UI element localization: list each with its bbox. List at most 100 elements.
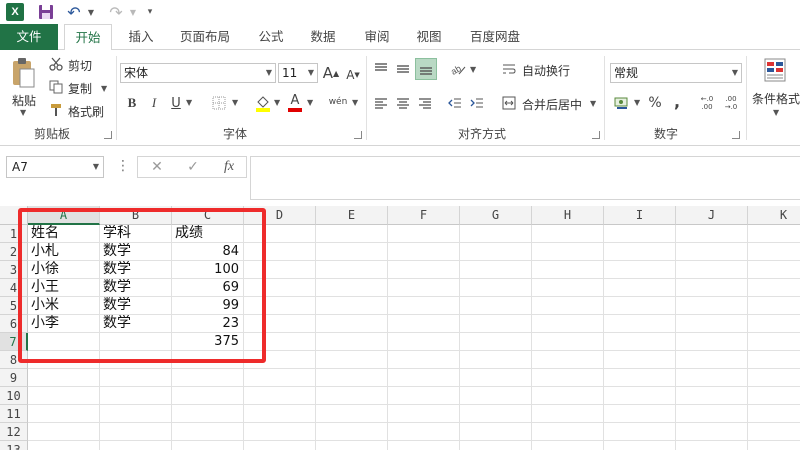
tab-view[interactable]: 视图: [406, 24, 452, 50]
column-header-g[interactable]: G: [460, 206, 532, 225]
row-header-9[interactable]: 9: [0, 369, 28, 387]
row-header-2[interactable]: 2: [0, 243, 28, 261]
cell-b9[interactable]: [100, 369, 172, 387]
cell-j12[interactable]: [676, 423, 748, 441]
format-painter-button[interactable]: 格式刷: [68, 103, 104, 120]
tab-review[interactable]: 审阅: [354, 24, 400, 50]
column-header-i[interactable]: I: [604, 206, 676, 225]
column-header-k[interactable]: K: [748, 206, 800, 225]
cell-b1[interactable]: 学科: [100, 225, 172, 243]
copy-button[interactable]: 复制: [68, 80, 92, 97]
cell-f13[interactable]: [388, 441, 460, 450]
cell-b4[interactable]: 数学: [100, 279, 172, 297]
cut-button[interactable]: 剪切: [68, 57, 92, 74]
cell-b8[interactable]: [100, 351, 172, 369]
cell-a1[interactable]: 姓名: [28, 225, 100, 243]
cell-b12[interactable]: [100, 423, 172, 441]
cell-a3[interactable]: 小徐: [28, 261, 100, 279]
cell-g8[interactable]: [460, 351, 532, 369]
row-header-10[interactable]: 10: [0, 387, 28, 405]
column-header-e[interactable]: E: [316, 206, 388, 225]
cell-k10[interactable]: [748, 387, 800, 405]
cell-g7[interactable]: [460, 333, 532, 351]
row-header-13[interactable]: 13: [0, 441, 28, 450]
cell-j2[interactable]: [676, 243, 748, 261]
cell-e1[interactable]: [316, 225, 388, 243]
cell-i3[interactable]: [604, 261, 676, 279]
cell-i12[interactable]: [604, 423, 676, 441]
cancel-entry-button[interactable]: ✕: [142, 157, 172, 177]
cell-i9[interactable]: [604, 369, 676, 387]
cell-c8[interactable]: [172, 351, 244, 369]
cell-i5[interactable]: [604, 297, 676, 315]
accounting-format-icon[interactable]: [612, 94, 632, 112]
cell-i4[interactable]: [604, 279, 676, 297]
cell-a12[interactable]: [28, 423, 100, 441]
cell-g5[interactable]: [460, 297, 532, 315]
cell-f2[interactable]: [388, 243, 460, 261]
font-launcher-icon[interactable]: [354, 131, 362, 139]
cell-f8[interactable]: [388, 351, 460, 369]
cell-i8[interactable]: [604, 351, 676, 369]
cell-k3[interactable]: [748, 261, 800, 279]
insert-function-button[interactable]: fx: [214, 157, 244, 177]
cell-d3[interactable]: [244, 261, 316, 279]
cell-c12[interactable]: [172, 423, 244, 441]
orientation-icon[interactable]: ab: [448, 60, 468, 78]
cell-h6[interactable]: [532, 315, 604, 333]
conditional-format-button[interactable]: 条件格式: [752, 90, 800, 107]
conditional-format-dropdown-icon[interactable]: ▼: [773, 108, 779, 117]
cell-d13[interactable]: [244, 441, 316, 450]
cell-g4[interactable]: [460, 279, 532, 297]
accounting-format-dropdown-icon[interactable]: ▼: [634, 98, 640, 107]
wrap-text-icon[interactable]: [500, 60, 518, 78]
borders-dropdown-icon[interactable]: ▼: [232, 98, 238, 107]
cell-e11[interactable]: [316, 405, 388, 423]
cell-e8[interactable]: [316, 351, 388, 369]
cell-e12[interactable]: [316, 423, 388, 441]
cell-e13[interactable]: [316, 441, 388, 450]
cell-k7[interactable]: [748, 333, 800, 351]
cell-d6[interactable]: [244, 315, 316, 333]
column-header-b[interactable]: B: [100, 206, 172, 225]
align-center-icon[interactable]: [394, 94, 412, 112]
cell-c3[interactable]: 100: [172, 261, 244, 279]
cell-j10[interactable]: [676, 387, 748, 405]
cell-j4[interactable]: [676, 279, 748, 297]
cell-f1[interactable]: [388, 225, 460, 243]
cell-a13[interactable]: [28, 441, 100, 450]
cell-a7[interactable]: [28, 333, 100, 351]
cell-h11[interactable]: [532, 405, 604, 423]
merge-center-icon[interactable]: [500, 94, 518, 112]
align-top-icon[interactable]: [372, 60, 390, 78]
cell-e10[interactable]: [316, 387, 388, 405]
phonetic-dropdown-icon[interactable]: ▼: [352, 98, 358, 107]
increase-font-size-button[interactable]: A ▲: [322, 63, 340, 83]
tab-insert[interactable]: 插入: [118, 24, 164, 50]
copy-icon[interactable]: [48, 79, 64, 95]
cell-e2[interactable]: [316, 243, 388, 261]
cell-f7[interactable]: [388, 333, 460, 351]
cell-d4[interactable]: [244, 279, 316, 297]
cell-e4[interactable]: [316, 279, 388, 297]
paste-icon[interactable]: [8, 56, 38, 90]
cut-icon[interactable]: [48, 56, 64, 72]
enter-entry-button[interactable]: ✓: [178, 157, 208, 177]
font-color-button[interactable]: A: [286, 92, 304, 114]
align-left-icon[interactable]: [372, 94, 390, 112]
cell-j7[interactable]: [676, 333, 748, 351]
cell-k1[interactable]: [748, 225, 800, 243]
cell-h5[interactable]: [532, 297, 604, 315]
cell-f11[interactable]: [388, 405, 460, 423]
formula-input[interactable]: [250, 156, 800, 200]
worksheet-grid[interactable]: A B C D E F G H I J K 1 姓名 学科 成绩 2 小札 数学 84 3 小徐 数学 100 4 小王 数学 69…: [0, 206, 800, 450]
decrease-font-size-button[interactable]: A ▼: [344, 65, 362, 85]
cell-d10[interactable]: [244, 387, 316, 405]
cell-j6[interactable]: [676, 315, 748, 333]
cell-k5[interactable]: [748, 297, 800, 315]
cell-j13[interactable]: [676, 441, 748, 450]
cell-i7[interactable]: [604, 333, 676, 351]
cell-a10[interactable]: [28, 387, 100, 405]
cell-d8[interactable]: [244, 351, 316, 369]
increase-decimal-button[interactable]: ←.0 .00: [696, 94, 718, 112]
